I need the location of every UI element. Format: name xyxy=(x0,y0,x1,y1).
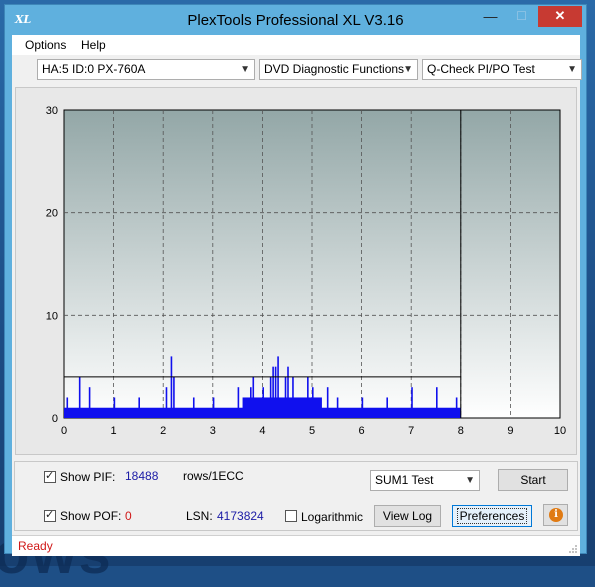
lsn-value: 4173824 xyxy=(217,509,264,523)
chart-bar xyxy=(165,387,168,418)
chart-bar xyxy=(455,397,458,418)
info-icon: i xyxy=(549,508,563,522)
chevron-down-icon: ▼ xyxy=(465,475,475,486)
view-log-button[interactable]: View Log xyxy=(374,505,441,527)
lsn-label: LSN: xyxy=(186,509,213,523)
chart-bar xyxy=(312,387,314,418)
info-button[interactable]: i xyxy=(543,504,568,526)
x-tick-label: 7 xyxy=(408,425,414,437)
chart-bar xyxy=(269,376,272,418)
x-tick-label: 0 xyxy=(61,425,67,437)
show-pif-checkbox[interactable] xyxy=(44,469,56,483)
x-tick-label: 4 xyxy=(259,425,265,437)
logarithmic-checkbox[interactable] xyxy=(285,510,297,522)
x-tick-label: 5 xyxy=(309,425,315,437)
controls-panel: Show PIF: 18488 rows/1ECC Show POF: 0 LS… xyxy=(14,461,578,531)
menu-options-label: Options xyxy=(25,38,67,52)
pif-value: 18488 xyxy=(125,469,159,483)
chart-bar xyxy=(361,397,364,418)
test-select[interactable]: Q-Check PI/PO Test ▼ xyxy=(422,59,582,80)
drive-select-value: HA:5 ID:0 PX-760A xyxy=(42,62,146,76)
sum-test-select[interactable]: SUM1 Test ▼ xyxy=(370,470,480,491)
x-tick-label: 9 xyxy=(507,425,513,437)
chart-bar xyxy=(212,397,215,418)
sum-test-value: SUM1 Test xyxy=(375,473,434,487)
rows-label: rows/1ECC xyxy=(183,469,244,483)
chart-bar xyxy=(386,397,388,418)
chart-bar xyxy=(287,366,289,418)
chart-bar xyxy=(66,397,69,418)
chart-bar xyxy=(272,366,274,418)
menu-bar: Options Help xyxy=(12,35,580,55)
chart-bar xyxy=(252,376,255,418)
start-button-label: Start xyxy=(520,473,546,487)
function-select[interactable]: DVD Diagnostic Functions ▼ xyxy=(259,59,418,80)
x-tick-label: 10 xyxy=(554,425,566,437)
dense-band xyxy=(242,397,322,418)
y-axis-ticks: 0 10 20 30 xyxy=(46,105,58,425)
x-tick-label: 2 xyxy=(160,425,166,437)
show-pif-label: Show PIF: xyxy=(60,470,116,484)
logarithmic-label: Logarithmic xyxy=(301,510,364,524)
maximize-button: ☐ xyxy=(516,9,527,23)
chart-bar xyxy=(173,376,175,418)
title-bar[interactable]: XL PlexTools Professional XL V3.16 — ☐ ✕ xyxy=(5,5,586,35)
resize-grip-icon[interactable] xyxy=(568,544,578,554)
chevron-down-icon: ▼ xyxy=(240,64,250,75)
menu-help[interactable]: Help xyxy=(81,38,106,52)
chart-bar xyxy=(284,376,287,418)
chevron-down-icon: ▼ xyxy=(567,64,577,75)
chart-bar xyxy=(138,397,140,418)
x-tick-label: 1 xyxy=(111,425,117,437)
chart-bar xyxy=(170,356,173,418)
chart-bar xyxy=(262,387,264,418)
drive-select[interactable]: HA:5 ID:0 PX-760A ▼ xyxy=(37,59,255,80)
chart-bar xyxy=(250,387,252,418)
chart-bar xyxy=(113,397,116,418)
chart-bar xyxy=(237,387,240,418)
preferences-button[interactable]: Preferences xyxy=(452,505,532,527)
app-window: XL PlexTools Professional XL V3.16 — ☐ ✕… xyxy=(4,4,587,556)
menu-help-label: Help xyxy=(81,38,106,52)
y-tick-label: 20 xyxy=(46,208,58,220)
chart-bar xyxy=(336,397,339,418)
test-select-value: Q-Check PI/PO Test xyxy=(427,62,535,76)
status-text: Ready xyxy=(18,539,53,553)
close-button[interactable]: ✕ xyxy=(538,6,582,27)
chart-bar xyxy=(78,376,81,418)
chart-bar xyxy=(277,356,279,418)
chart-panel: 0 1 2 3 4 5 6 7 8 9 10 0 10 20 30 xyxy=(15,87,577,455)
x-tick-label: 6 xyxy=(359,425,365,437)
y-tick-label: 30 xyxy=(46,105,58,117)
chart-bar xyxy=(274,366,277,418)
preferences-button-label: Preferences xyxy=(456,508,528,524)
view-log-button-label: View Log xyxy=(382,509,433,523)
chart-bar xyxy=(307,376,309,418)
start-button[interactable]: Start xyxy=(498,469,568,491)
function-select-value: DVD Diagnostic Functions xyxy=(264,62,405,76)
pof-value: 0 xyxy=(125,509,132,523)
menu-options[interactable]: Options xyxy=(25,38,66,52)
y-tick-label: 0 xyxy=(52,413,58,425)
show-pof-checkbox[interactable] xyxy=(44,508,56,522)
show-pof-label: Show POF: xyxy=(60,509,122,523)
x-tick-label: 3 xyxy=(210,425,216,437)
chart-bar xyxy=(88,387,91,418)
minimize-button[interactable]: — xyxy=(477,6,504,27)
y-tick-label: 10 xyxy=(46,310,58,322)
x-axis-ticks: 0 1 2 3 4 5 6 7 8 9 10 xyxy=(61,425,566,437)
chart-bar xyxy=(192,397,195,418)
pi-po-chart: 0 1 2 3 4 5 6 7 8 9 10 0 10 20 30 xyxy=(46,105,566,437)
chart-bar xyxy=(292,376,294,418)
status-bar: Ready xyxy=(12,535,580,556)
chart-bar xyxy=(436,387,438,418)
chart-bar xyxy=(326,387,329,418)
client-area: Options Help HA:5 ID:0 PX-760A ▼ DVD Dia… xyxy=(12,35,582,556)
chart-bar xyxy=(411,387,413,418)
chevron-down-icon: ▼ xyxy=(403,64,413,75)
x-tick-label: 8 xyxy=(458,425,464,437)
